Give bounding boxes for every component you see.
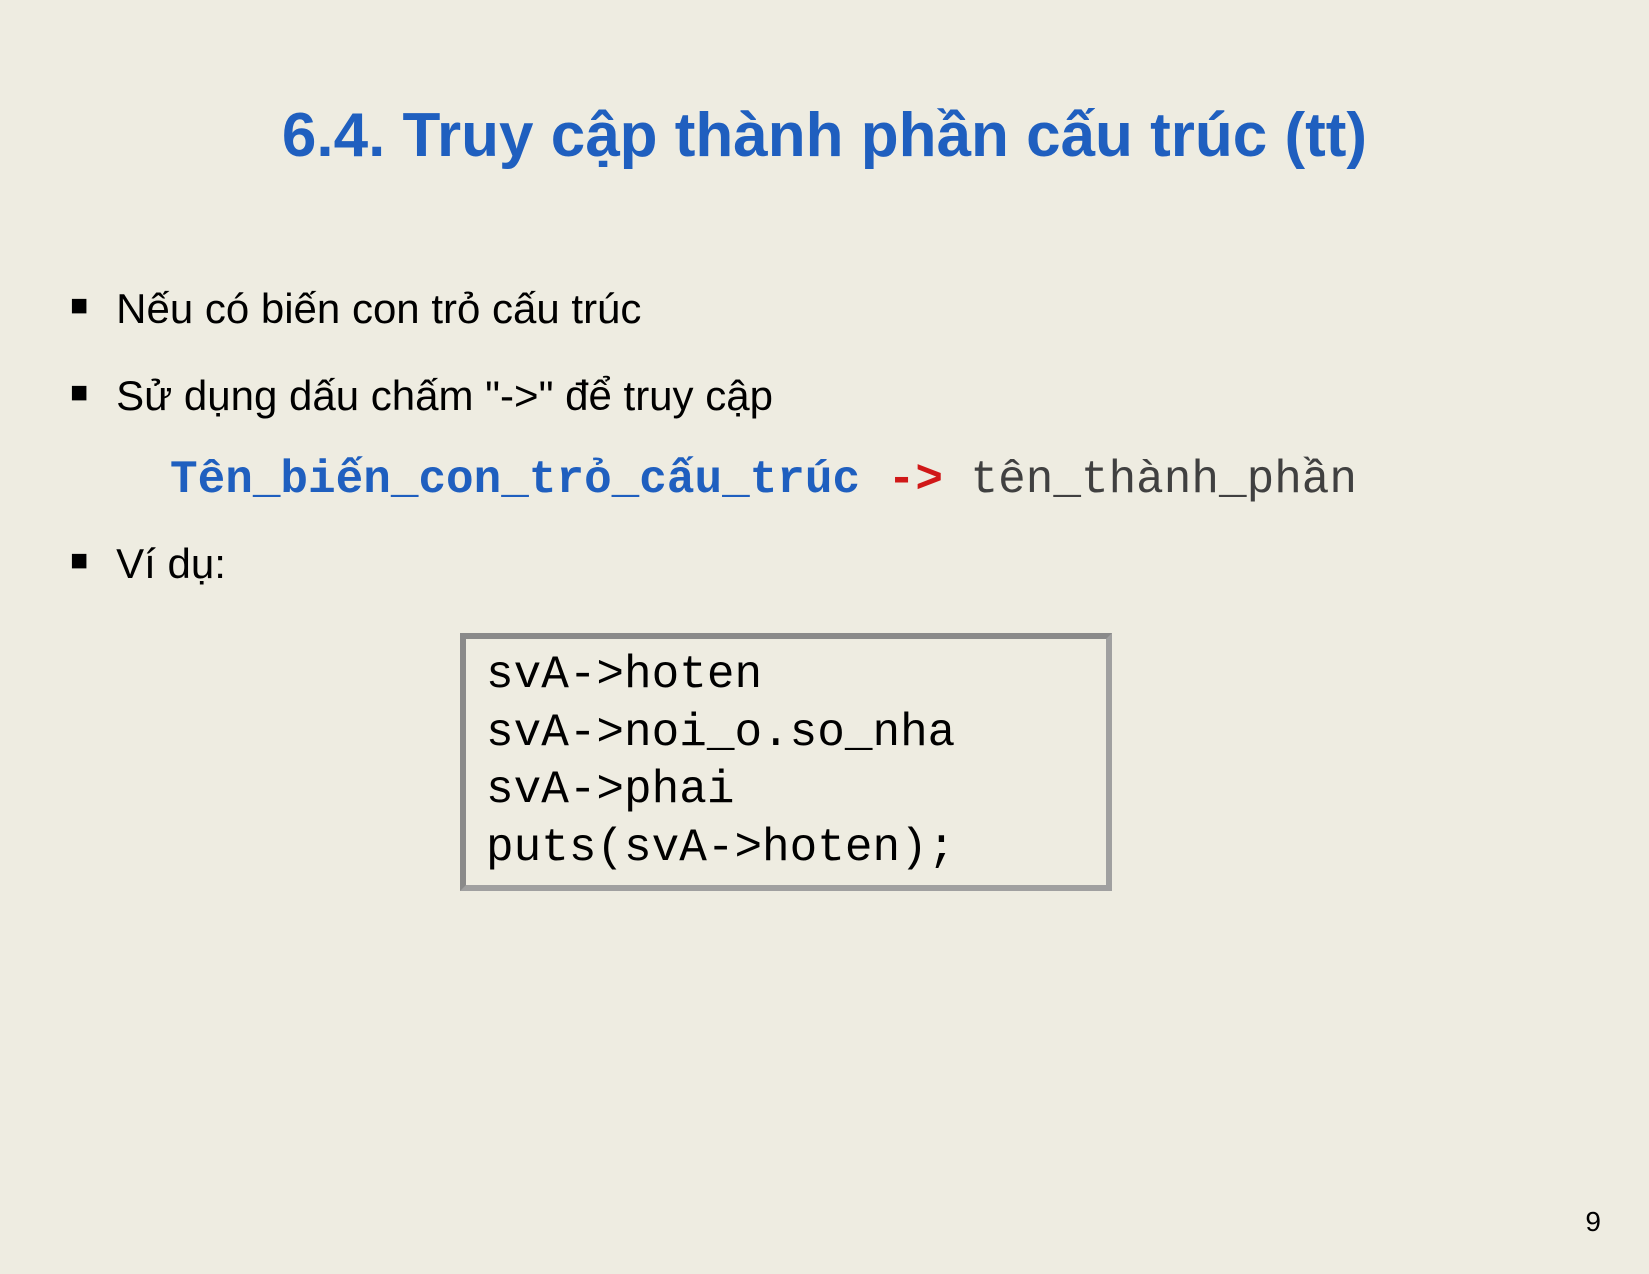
bullet-item: ■ Nếu có biến con trỏ cấu trúc	[70, 281, 1579, 338]
bullet-marker-icon: ■	[70, 368, 88, 418]
bullet-text: Sử dụng dấu chấm "->" để truy cập	[116, 368, 773, 425]
page-number: 9	[1585, 1206, 1601, 1238]
bullet-text: Nếu có biến con trỏ cấu trúc	[116, 281, 641, 338]
code-example-box: svA->hoten svA->noi_o.so_nha svA->phai p…	[460, 633, 1112, 891]
bullet-item: ■ Sử dụng dấu chấm "->" để truy cập	[70, 368, 1579, 425]
bullet-item: ■ Ví dụ:	[70, 536, 1579, 593]
syntax-operator: ->	[860, 454, 970, 506]
syntax-line: Tên_biến_con_trỏ_cấu_trúc -> tên_thành_p…	[170, 454, 1579, 506]
bullet-text: Ví dụ:	[116, 536, 226, 593]
syntax-member: tên_thành_phần	[971, 454, 1357, 506]
slide-content: ■ Nếu có biến con trỏ cấu trúc ■ Sử dụng…	[0, 281, 1649, 891]
slide: 6.4. Truy cập thành phần cấu trúc (tt) ■…	[0, 0, 1649, 1274]
slide-title: 6.4. Truy cập thành phần cấu trúc (tt)	[0, 100, 1649, 171]
bullet-marker-icon: ■	[70, 536, 88, 586]
syntax-variable: Tên_biến_con_trỏ_cấu_trúc	[170, 454, 860, 506]
bullet-marker-icon: ■	[70, 281, 88, 331]
